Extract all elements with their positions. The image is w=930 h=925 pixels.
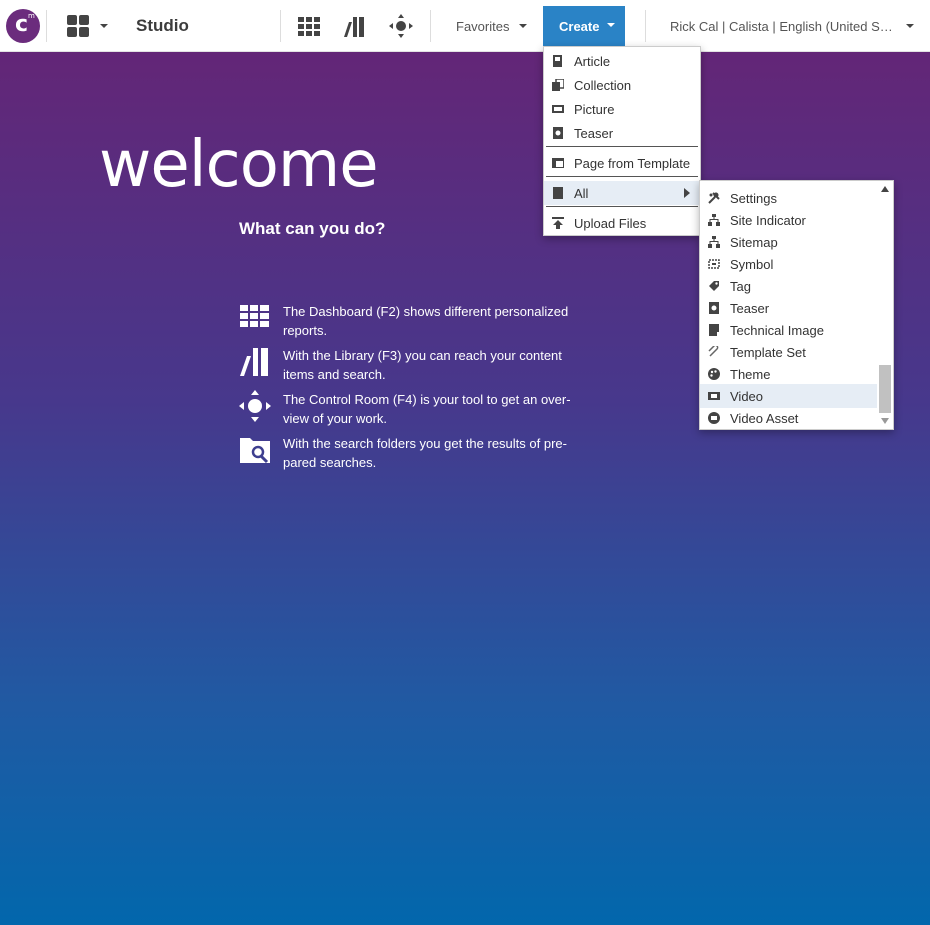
upload-icon	[552, 217, 564, 229]
symbol-icon	[708, 259, 720, 269]
site-indicator-icon	[708, 214, 720, 226]
scroll-down-icon[interactable]	[881, 418, 889, 424]
menu-item-label: Tag	[730, 279, 751, 294]
template-set-icon	[708, 346, 719, 357]
create-button[interactable]: Create	[543, 6, 625, 46]
menu-item-label: Template Set	[730, 345, 806, 360]
search-folder-icon	[240, 438, 270, 464]
menu-separator	[546, 176, 698, 177]
menu-item-label: Article	[574, 54, 611, 69]
menu-item-label: Sitemap	[730, 235, 778, 250]
favorites-button[interactable]: Favorites	[456, 19, 509, 34]
teaser-icon	[553, 127, 563, 139]
dashboard-icon[interactable]	[297, 14, 321, 38]
help-text: The Control Room (F4) is your tool to ge…	[283, 392, 571, 426]
library-icon	[240, 348, 268, 376]
control-room-icon	[239, 390, 271, 422]
submenu-item-video-asset[interactable]: Video Asset	[700, 406, 878, 429]
menu-item-teaser[interactable]: Teaser	[544, 121, 700, 145]
divider	[46, 10, 47, 42]
submenu-item-site-indicator[interactable]: Site Indicator	[700, 208, 878, 232]
chevron-down-icon	[607, 23, 615, 27]
menu-item-label: Theme	[730, 367, 771, 382]
menu-item-label: Teaser	[574, 126, 614, 141]
technical-image-icon	[709, 324, 720, 336]
menu-item-all[interactable]: All	[544, 181, 700, 205]
logo-letter: c	[15, 12, 29, 37]
help-text: The Dashboard (F2) shows different perso…	[283, 304, 569, 338]
menu-item-label: All	[574, 186, 589, 201]
submenu-item-template-set[interactable]: Template Set	[700, 340, 878, 364]
divider	[430, 10, 431, 42]
menu-item-page-from-template[interactable]: Page from Template	[544, 151, 700, 175]
menu-item-picture[interactable]: Picture	[544, 97, 700, 121]
logo-sup: m	[28, 12, 35, 20]
sitemap-icon	[708, 236, 720, 248]
video-asset-icon	[708, 412, 720, 424]
all-icon	[553, 187, 563, 199]
scrollbar-thumb[interactable]	[879, 365, 891, 413]
menu-item-label: Page from Template	[574, 156, 691, 171]
all-submenu: Settings Site Indicator Sitemap Symbol T…	[699, 180, 894, 430]
submenu-item-technical-image[interactable]: Technical Image	[700, 318, 878, 342]
theme-icon	[708, 368, 720, 380]
help-text: With the Library (F3) you can reach your…	[283, 348, 562, 382]
top-bar: c m Studio Favorites Create Rick Cal | C…	[0, 0, 930, 52]
menu-item-upload-files[interactable]: Upload Files	[544, 211, 700, 235]
menu-item-label: Picture	[574, 102, 615, 117]
menu-item-label: Site Indicator	[730, 213, 806, 228]
menu-separator	[546, 146, 698, 147]
create-menu: Article Collection Picture Teaser Page f…	[543, 46, 701, 236]
help-text: With the search folders you get the resu…	[283, 436, 567, 470]
divider	[280, 10, 281, 42]
chevron-down-icon[interactable]	[906, 24, 914, 28]
settings-icon	[708, 192, 720, 204]
teaser-icon	[709, 302, 719, 314]
submenu-item-tag[interactable]: Tag	[700, 274, 878, 298]
menu-item-label: Symbol	[730, 257, 774, 272]
submenu-item-theme[interactable]: Theme	[700, 362, 878, 386]
welcome-heading: welcome	[99, 128, 379, 202]
divider	[645, 10, 646, 42]
submenu-item-teaser[interactable]: Teaser	[700, 296, 878, 320]
menu-item-partial	[700, 180, 893, 181]
menu-separator	[546, 206, 698, 207]
menu-item-collection[interactable]: Collection	[544, 73, 700, 97]
app-title: Studio	[136, 16, 189, 35]
submenu-item-sitemap[interactable]: Sitemap	[700, 230, 878, 254]
library-icon[interactable]	[343, 14, 367, 38]
submenu-item-settings[interactable]: Settings	[700, 186, 878, 210]
article-icon	[553, 55, 562, 67]
page-template-icon	[552, 158, 564, 168]
menu-item-label: Video	[730, 389, 764, 404]
collection-icon	[552, 79, 564, 91]
menu-item-label: Collection	[574, 78, 632, 93]
menu-item-label: Upload Files	[574, 216, 647, 231]
submenu-scrollbar[interactable]	[877, 181, 893, 429]
picture-icon	[552, 105, 564, 113]
scroll-up-icon[interactable]	[881, 186, 889, 192]
video-icon	[708, 392, 720, 400]
chevron-down-icon[interactable]	[100, 24, 108, 28]
coremedia-logo[interactable]: c m	[6, 9, 40, 43]
submenu-item-symbol[interactable]: Symbol	[700, 252, 878, 276]
submenu-item-video[interactable]: Video	[700, 384, 878, 408]
menu-item-article[interactable]: Article	[544, 49, 700, 73]
chevron-down-icon[interactable]	[519, 24, 527, 28]
user-menu[interactable]: Rick Cal | Calista | English (United Sta…	[670, 19, 896, 34]
dashboard-icon	[240, 305, 269, 327]
menu-item-label: Technical Image	[730, 323, 824, 338]
app-grid-icon[interactable]	[66, 14, 90, 38]
control-room-icon[interactable]	[389, 14, 413, 38]
chevron-right-icon	[684, 188, 690, 198]
menu-item-label: Teaser	[730, 301, 770, 316]
menu-item-label: Video Asset	[730, 411, 799, 426]
menu-item-label: Settings	[730, 191, 777, 206]
help-question: What can you do?	[239, 219, 386, 238]
tag-icon	[709, 281, 719, 291]
create-label: Create	[559, 19, 600, 34]
